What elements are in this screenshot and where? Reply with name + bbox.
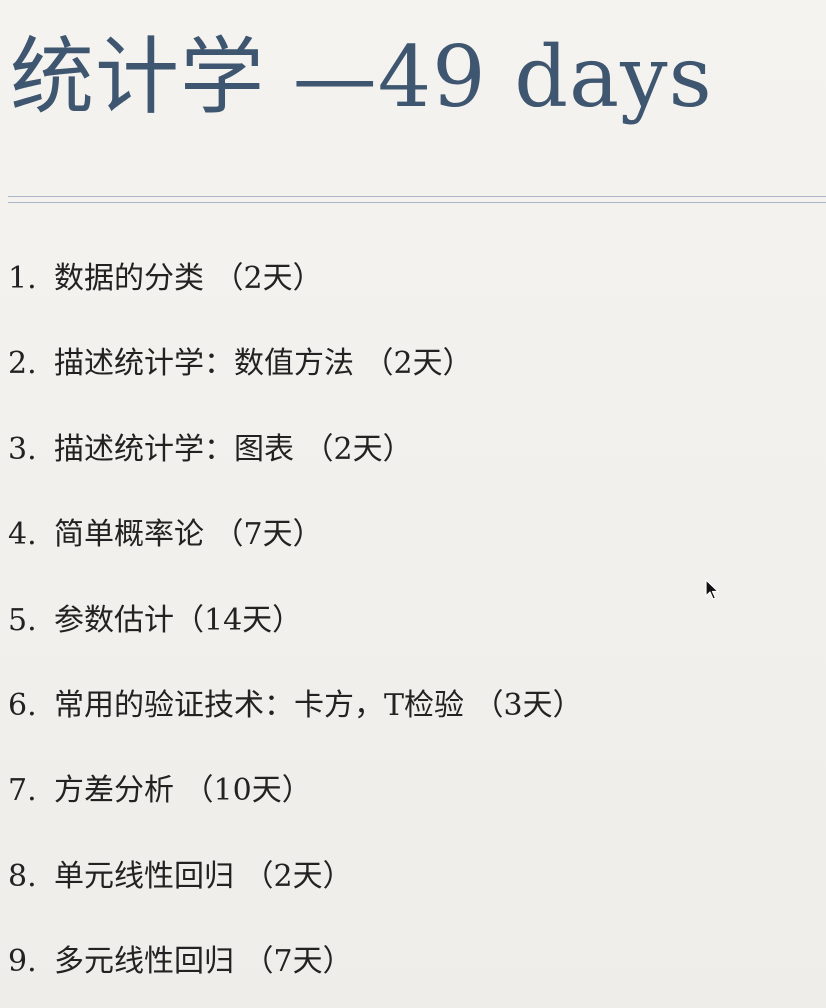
- list-item: 6. 常用的验证技术：卡方，T检验 （3天）: [8, 663, 583, 748]
- item-number: 4.: [8, 517, 37, 553]
- item-number: 9.: [8, 944, 37, 980]
- slide-title: 统计学 —49 days: [10, 28, 713, 126]
- item-number: 8.: [8, 858, 37, 894]
- item-text: 描述统计学：数值方法 （2天）: [54, 346, 473, 382]
- title-divider-bottom: [8, 202, 826, 203]
- list-item: 7. 方差分析 （10天）: [8, 748, 583, 833]
- list-item: 1. 数据的分类 （2天）: [8, 236, 583, 321]
- list-item: 5. 参数估计（14天）: [8, 578, 583, 663]
- item-text: 单元线性回归 （2天）: [54, 858, 353, 894]
- list-item: 2. 描述统计学：数值方法 （2天）: [8, 321, 583, 406]
- mouse-pointer-icon: [705, 579, 719, 600]
- list-item: 9. 多元线性回归 （7天）: [8, 919, 583, 1004]
- item-text: 数据的分类 （2天）: [54, 261, 323, 296]
- list-item: 4. 简单概率论 （7天）: [8, 492, 583, 577]
- course-outline-list: 1. 数据的分类 （2天） 2. 描述统计学：数值方法 （2天） 3. 描述统计学：图…: [8, 236, 583, 1005]
- item-number: 1.: [8, 261, 37, 296]
- presentation-slide: 统计学 —49 days 1. 数据的分类 （2天） 2. 描述统计学：数值方法 （…: [0, 0, 826, 1008]
- title-divider-top: [8, 196, 826, 197]
- item-text: 描述统计学：图表 （2天）: [54, 431, 413, 467]
- item-number: 6.: [8, 687, 37, 723]
- item-text: 多元线性回归 （7天）: [54, 944, 353, 980]
- list-item: 3. 描述统计学：图表 （2天）: [8, 407, 583, 492]
- item-text: 参数估计（14天）: [54, 602, 303, 638]
- item-number: 5.: [8, 602, 37, 638]
- item-number: 3.: [8, 431, 37, 467]
- item-number: 2.: [8, 346, 37, 382]
- item-text: 简单概率论 （7天）: [54, 517, 323, 553]
- item-number: 7.: [8, 773, 37, 809]
- item-text: 方差分析 （10天）: [54, 773, 312, 809]
- item-text: 常用的验证技术：卡方，T检验 （3天）: [54, 687, 583, 723]
- list-item: 8. 单元线性回归 （2天）: [8, 834, 583, 919]
